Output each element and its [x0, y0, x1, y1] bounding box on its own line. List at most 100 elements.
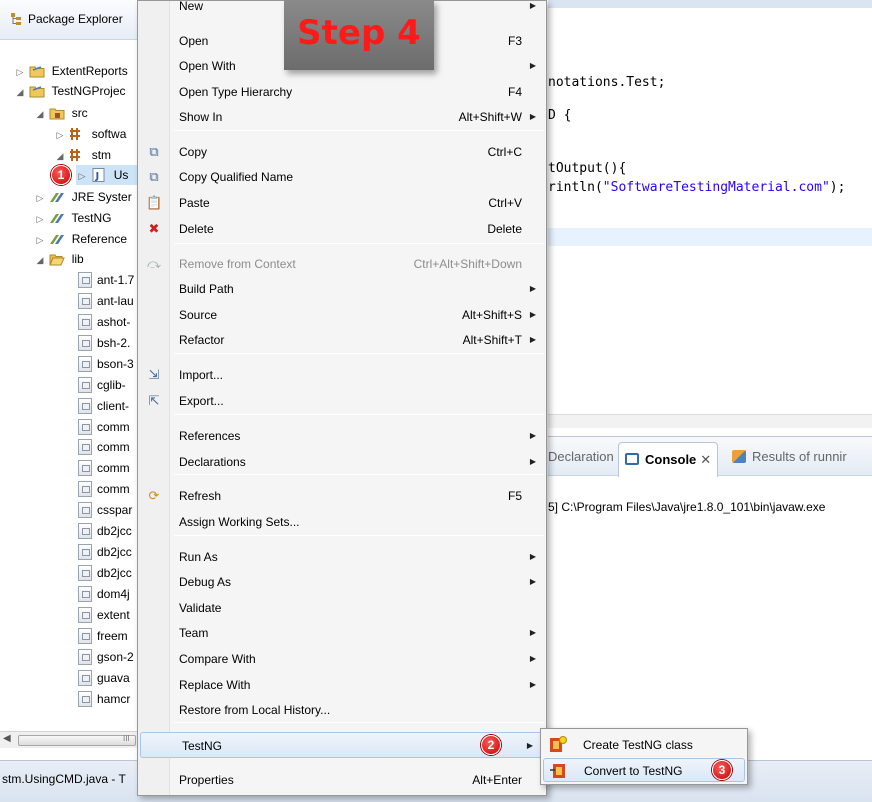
- explorer-horizontal-scrollbar[interactable]: ◀ III: [0, 731, 150, 748]
- tree-item-referenced-libraries[interactable]: ▷ Reference: [34, 229, 128, 250]
- tree-item-src[interactable]: ◢ src: [34, 103, 88, 123]
- status-text: stm.UsingCMD.java - T: [2, 772, 126, 786]
- menu-item-label: Paste: [179, 196, 210, 210]
- tree-item-testngproject[interactable]: ◢ TestNGProjec: [14, 81, 126, 101]
- tree-item-label: ExtentReports: [51, 64, 128, 78]
- collapse-icon[interactable]: ◢: [34, 250, 46, 270]
- tree-item-label: freem: [97, 629, 128, 643]
- tree-item-jar[interactable]: comm: [78, 458, 130, 478]
- expand-icon[interactable]: ▷: [34, 188, 46, 208]
- jar-file-icon: [78, 419, 92, 435]
- tree-item-extentreports[interactable]: ▷ ExtentReports: [14, 61, 128, 81]
- tree-item-jar[interactable]: ashot-: [78, 312, 130, 332]
- tree-item-jar[interactable]: extent: [78, 605, 130, 625]
- expand-icon[interactable]: ▷: [34, 230, 46, 250]
- menu-item-assign-working-sets[interactable]: Assign Working Sets...: [138, 509, 546, 535]
- menu-item-copy[interactable]: ⧉ Copy Ctrl+C: [138, 139, 546, 165]
- scroll-left-icon[interactable]: ◀: [3, 733, 11, 744]
- tab-results-of-running-suite[interactable]: Results of runnir: [732, 449, 847, 464]
- tree-item-jar[interactable]: comm: [78, 437, 130, 457]
- tab-console[interactable]: Console ✕: [618, 442, 719, 477]
- tree-item-jar[interactable]: dom4j: [78, 584, 130, 604]
- code-line[interactable]: notations.Test;: [548, 74, 665, 92]
- menu-item-delete[interactable]: ✖ Delete Delete: [138, 216, 546, 242]
- menu-item-restore-from-local-history[interactable]: Restore from Local History...: [138, 697, 546, 723]
- tree-item-jar[interactable]: db2jcc: [78, 521, 132, 541]
- menu-item-refresh[interactable]: ⟳ Refresh F5: [138, 483, 546, 509]
- tree-item-jar[interactable]: ant-1.7: [78, 270, 134, 290]
- menu-item-replace-with[interactable]: Replace With ▶: [138, 672, 546, 698]
- scrollbar-thumb[interactable]: III: [18, 734, 136, 746]
- jar-file-icon: [78, 439, 92, 455]
- menu-item-run-as[interactable]: Run As ▶: [138, 544, 546, 570]
- tree-item-jar[interactable]: gson-2: [78, 647, 134, 667]
- code-line[interactable]: D {: [548, 107, 571, 125]
- editor-horizontal-scrollbar[interactable]: [548, 414, 872, 428]
- menu-item-create-testng-class[interactable]: Create TestNG class: [543, 733, 745, 757]
- menu-item-source[interactable]: Source Alt+Shift+S ▶: [138, 302, 546, 328]
- menu-item-properties[interactable]: Properties Alt+Enter: [138, 767, 546, 793]
- menu-item-declarations[interactable]: Declarations ▶: [138, 449, 546, 475]
- tree-item-label: JRE Syster: [71, 190, 132, 204]
- expand-icon[interactable]: ▷: [54, 125, 66, 145]
- menu-item-import[interactable]: ⇲ Import...: [138, 362, 546, 388]
- menu-item-refactor[interactable]: Refactor Alt+Shift+T ▶: [138, 327, 546, 353]
- remove-context-icon: ⤼: [147, 256, 161, 271]
- menu-item-validate[interactable]: Validate: [138, 595, 546, 621]
- code-line[interactable]: tOutput(){: [548, 160, 626, 178]
- menu-item-paste[interactable]: 📋 Paste Ctrl+V: [138, 190, 546, 216]
- package-explorer-tab[interactable]: Package Explorer: [0, 0, 150, 40]
- tab-declaration[interactable]: Declaration: [548, 449, 614, 464]
- tree-item-jar[interactable]: freem: [78, 626, 128, 646]
- tree-item-lib[interactable]: ◢ lib: [34, 249, 84, 269]
- code-line[interactable]: rintln("SoftwareTestingMaterial.com");: [548, 179, 845, 197]
- submenu-arrow-icon: ▶: [529, 61, 536, 70]
- tree-item-jar[interactable]: db2jcc: [78, 563, 132, 583]
- tree-item-jar[interactable]: comm: [78, 479, 130, 499]
- tree-item-jar[interactable]: db2jcc: [78, 542, 132, 562]
- menu-item-team[interactable]: Team ▶: [138, 620, 546, 646]
- expand-icon[interactable]: ▷: [14, 62, 26, 82]
- menu-item-shortcut: F3: [507, 34, 522, 48]
- scrollbar-grip: III: [123, 734, 130, 743]
- jar-file-icon: [78, 377, 92, 393]
- menu-item-open-type-hierarchy[interactable]: Open Type Hierarchy F4: [138, 79, 546, 105]
- menu-item-compare-with[interactable]: Compare With ▶: [138, 646, 546, 672]
- tree-item-label: dom4j: [97, 587, 130, 601]
- tree-item-jar[interactable]: guava: [78, 668, 130, 688]
- tree-item-jar[interactable]: ant-lau: [78, 291, 134, 311]
- menu-item-debug-as[interactable]: Debug As ▶: [138, 569, 546, 595]
- tree-item-label: bsh-2.: [97, 336, 131, 350]
- library-icon: [50, 193, 65, 202]
- tree-item-jre-system-library[interactable]: ▷ JRE Syster: [34, 187, 132, 207]
- tree-item-jar[interactable]: comm: [78, 417, 130, 437]
- package-icon: [70, 149, 81, 161]
- menu-item-export[interactable]: ⇱ Export...: [138, 388, 546, 414]
- expand-icon[interactable]: ▷: [34, 209, 46, 229]
- svg-text:J: J: [95, 171, 100, 182]
- collapse-icon[interactable]: ◢: [14, 82, 26, 102]
- export-icon: ⇱: [148, 393, 160, 408]
- jar-file-icon: [78, 356, 92, 372]
- tree-item-softwa-package[interactable]: ▷ softwa: [54, 124, 127, 145]
- collapse-icon[interactable]: ◢: [34, 104, 46, 124]
- tree-item-jar[interactable]: client-: [78, 396, 129, 416]
- jar-file-icon: [78, 481, 92, 497]
- menu-item-copy-qualified-name[interactable]: ⧉ Copy Qualified Name: [138, 164, 546, 190]
- menu-separator: [174, 130, 544, 131]
- tree-item-jar[interactable]: cglib-: [78, 375, 126, 395]
- tree-item-jar[interactable]: bson-3: [78, 354, 134, 374]
- tree-item-testng-library[interactable]: ▷ TestNG: [34, 208, 112, 229]
- close-icon[interactable]: ✕: [700, 452, 711, 467]
- tree-item-jar[interactable]: csspar: [78, 500, 132, 520]
- tree-item-stm-package[interactable]: ◢ stm: [54, 145, 112, 166]
- testng-results-icon: [732, 450, 746, 463]
- expand-icon[interactable]: ▷: [76, 166, 88, 186]
- menu-item-show-in[interactable]: Show In Alt+Shift+W ▶: [138, 104, 546, 130]
- tree-item-jar[interactable]: hamcr: [78, 689, 130, 709]
- menu-item-build-path[interactable]: Build Path ▶: [138, 276, 546, 302]
- collapse-icon[interactable]: ◢: [54, 146, 66, 166]
- tree-item-jar[interactable]: bsh-2.: [78, 333, 130, 353]
- jar-file-icon: [78, 628, 92, 644]
- menu-item-references[interactable]: References ▶: [138, 423, 546, 449]
